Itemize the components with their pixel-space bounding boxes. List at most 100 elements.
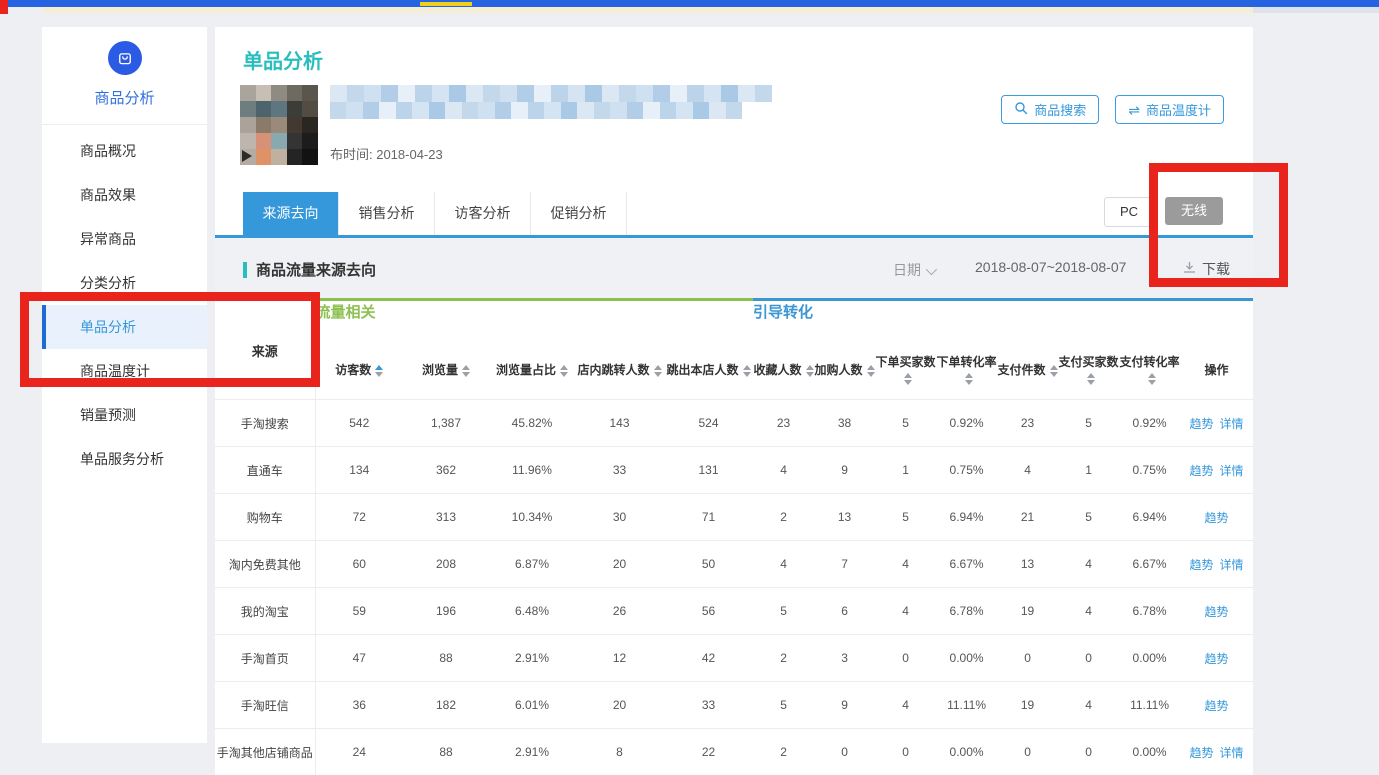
detail-link[interactable]: 详情 xyxy=(1220,746,1244,760)
value-cell: 36 xyxy=(315,682,403,729)
value-cell: 0 xyxy=(1058,729,1119,775)
value-cell: 59 xyxy=(315,588,403,635)
page-title: 单品分析 xyxy=(243,45,323,74)
sort-arrows-icon[interactable] xyxy=(965,373,973,385)
value-cell: 71 xyxy=(664,494,753,541)
sort-arrows-icon[interactable] xyxy=(1050,365,1058,377)
column-header-sortable[interactable]: 支付买家数 xyxy=(1058,341,1119,400)
value-cell: 19 xyxy=(997,588,1058,635)
product-thermometer-button[interactable]: ⇌ 商品温度计 xyxy=(1115,95,1224,124)
sort-arrows-icon[interactable] xyxy=(904,373,912,385)
value-cell: 11.11% xyxy=(1119,682,1180,729)
value-cell: 8 xyxy=(575,729,664,775)
tab-item[interactable]: 销售分析 xyxy=(339,192,435,235)
sort-arrows-icon[interactable] xyxy=(375,365,383,377)
value-cell: 45.82% xyxy=(489,400,575,447)
sort-arrows-icon[interactable] xyxy=(1148,373,1156,385)
value-cell: 11.11% xyxy=(936,682,997,729)
value-cell: 4 xyxy=(875,682,936,729)
value-cell: 0 xyxy=(997,635,1058,682)
value-cell: 33 xyxy=(575,447,664,494)
source-cell: 手淘搜索 xyxy=(215,400,315,447)
trend-link[interactable]: 趋势 xyxy=(1190,417,1214,431)
value-cell: 542 xyxy=(315,400,403,447)
tab-active[interactable]: 来源去向 xyxy=(243,192,339,235)
toggle-pc[interactable]: PC xyxy=(1104,197,1154,227)
column-header-sortable[interactable]: 支付转化率 xyxy=(1119,341,1180,400)
header-actions: 商品搜索 ⇌ 商品温度计 xyxy=(1001,95,1224,124)
value-cell: 88 xyxy=(403,635,489,682)
trend-link[interactable]: 趋势 xyxy=(1205,511,1229,525)
value-cell: 72 xyxy=(315,494,403,541)
value-cell: 21 xyxy=(997,494,1058,541)
detail-link[interactable]: 详情 xyxy=(1220,464,1244,478)
column-header-sortable[interactable]: 浏览量 xyxy=(403,341,489,400)
column-header-sortable[interactable]: 跳出本店人数 xyxy=(664,341,753,400)
trend-link[interactable]: 趋势 xyxy=(1190,464,1214,478)
swap-icon: ⇌ xyxy=(1128,103,1140,117)
column-header-sortable[interactable]: 支付件数 xyxy=(997,341,1058,400)
detail-link[interactable]: 详情 xyxy=(1220,558,1244,572)
topbar xyxy=(0,0,1379,7)
column-header-sortable[interactable]: 浏览量占比 xyxy=(489,341,575,400)
value-cell: 6.01% xyxy=(489,682,575,729)
column-header-sortable[interactable]: 下单转化率 xyxy=(936,341,997,400)
value-cell: 208 xyxy=(403,541,489,588)
trend-link[interactable]: 趋势 xyxy=(1190,558,1214,572)
sort-arrows-icon[interactable] xyxy=(743,365,751,377)
sidebar-title: 商品分析 xyxy=(42,87,207,108)
value-cell: 0.75% xyxy=(1119,447,1180,494)
value-cell: 2.91% xyxy=(489,635,575,682)
value-cell: 6.48% xyxy=(489,588,575,635)
value-cell: 0.00% xyxy=(936,635,997,682)
tab-item[interactable]: 访客分析 xyxy=(435,192,531,235)
value-cell: 6.87% xyxy=(489,541,575,588)
value-cell: 42 xyxy=(664,635,753,682)
trend-link[interactable]: 趋势 xyxy=(1205,699,1229,713)
column-header-sortable[interactable]: 店内跳转人数 xyxy=(575,341,664,400)
value-cell: 6.78% xyxy=(1119,588,1180,635)
publish-date: 布时间: 2018-04-23 xyxy=(330,144,443,163)
sidebar-item-link[interactable]: 商品效果 xyxy=(42,173,207,217)
product-title-redacted xyxy=(330,85,772,119)
value-cell: 1 xyxy=(1058,447,1119,494)
date-filter-dropdown[interactable]: 日期 xyxy=(893,260,934,280)
table-row: 手淘旺信361826.01%203359411.11%19411.11%趋势 xyxy=(215,682,1253,729)
value-cell: 0.75% xyxy=(936,447,997,494)
sort-arrows-icon[interactable] xyxy=(654,365,662,377)
column-group-label: 引导转化 xyxy=(753,300,1253,342)
column-header-sortable[interactable]: 加购人数 xyxy=(814,341,875,400)
trend-link[interactable]: 趋势 xyxy=(1205,605,1229,619)
annotation-box-wireless-download xyxy=(1149,163,1288,287)
value-cell: 23 xyxy=(997,400,1058,447)
value-cell: 56 xyxy=(664,588,753,635)
value-cell: 4 xyxy=(875,541,936,588)
value-cell: 0 xyxy=(875,729,936,775)
sidebar-item-link[interactable]: 商品概况 xyxy=(42,129,207,173)
sort-arrows-icon[interactable] xyxy=(1087,373,1095,385)
value-cell: 196 xyxy=(403,588,489,635)
sort-arrows-icon[interactable] xyxy=(867,365,875,377)
column-header-sortable[interactable]: 下单买家数 xyxy=(875,341,936,400)
sort-arrows-icon[interactable] xyxy=(560,365,568,377)
sidebar-item-link[interactable]: 异常商品 xyxy=(42,217,207,261)
tab-item[interactable]: 促销分析 xyxy=(531,192,627,235)
column-header-sortable[interactable]: 访客数 xyxy=(315,341,403,400)
value-cell: 0 xyxy=(1058,635,1119,682)
column-header-sortable[interactable]: 收藏人数 xyxy=(753,341,814,400)
value-cell: 24 xyxy=(315,729,403,775)
sidebar-item-link[interactable]: 销量预测 xyxy=(42,393,207,437)
sort-arrows-icon[interactable] xyxy=(462,365,470,377)
main-panel: 单品分析 商品搜索 ⇌ 商品温度计 布时间: 2018-04-23 来源去向销售… xyxy=(215,27,1253,743)
trend-link[interactable]: 趋势 xyxy=(1205,652,1229,666)
product-search-button[interactable]: 商品搜索 xyxy=(1001,95,1099,124)
value-cell: 11.96% xyxy=(489,447,575,494)
sidebar-item-link[interactable]: 单品服务分析 xyxy=(42,437,207,481)
product-search-label: 商品搜索 xyxy=(1034,100,1086,119)
value-cell: 13 xyxy=(814,494,875,541)
trend-link[interactable]: 趋势 xyxy=(1190,746,1214,760)
detail-link[interactable]: 详情 xyxy=(1220,417,1244,431)
value-cell: 0.00% xyxy=(1119,635,1180,682)
product-thumbnail-redacted xyxy=(240,85,318,165)
sort-arrows-icon[interactable] xyxy=(806,365,814,377)
